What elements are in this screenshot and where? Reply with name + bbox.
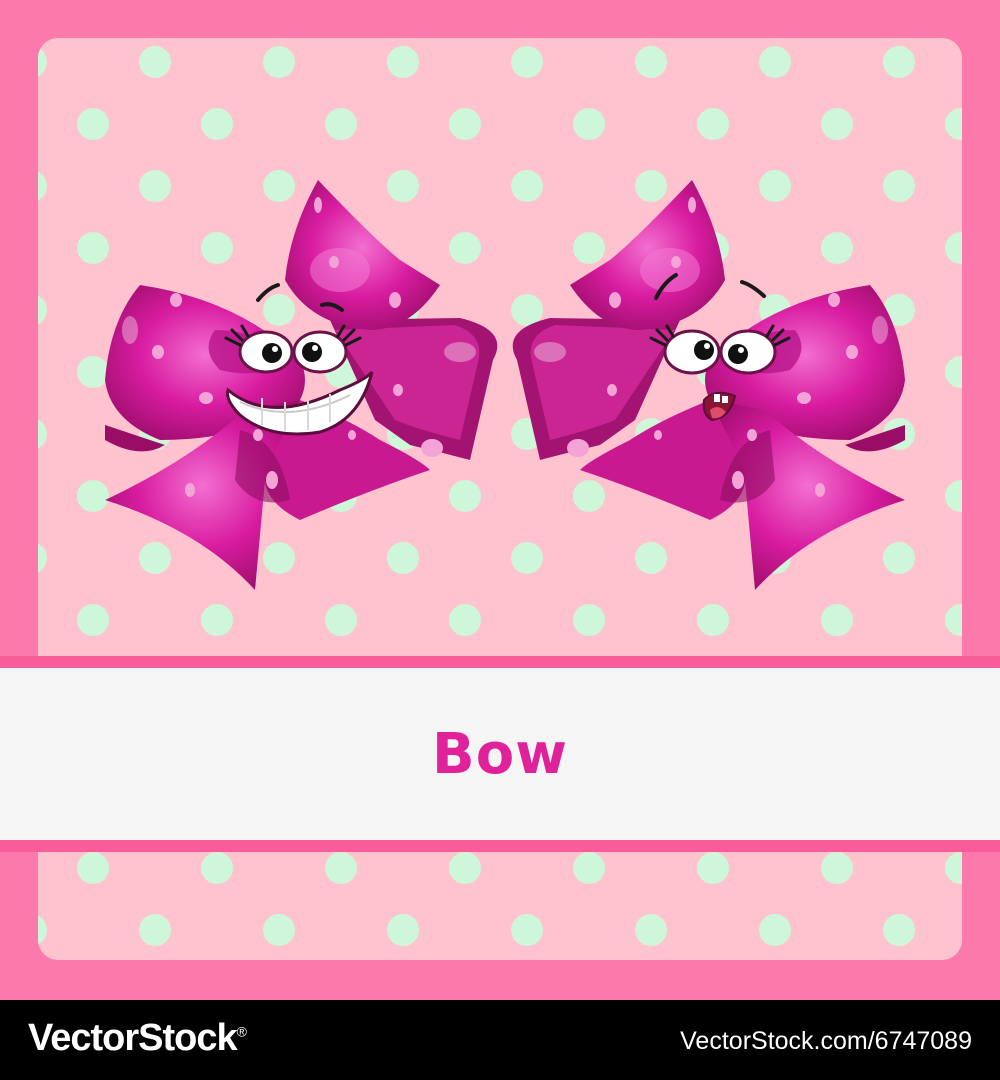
stock-image-id: VectorStock.com/6747089 (680, 1027, 972, 1055)
banner-body: Bow (0, 668, 1000, 840)
title-banner: Bow (0, 656, 1000, 852)
registered-mark: ® (236, 1023, 247, 1040)
vectorstock-logo: VectorStock® (28, 1017, 247, 1060)
banner-top-stripe (0, 656, 1000, 668)
watermark-footer: VectorStock® VectorStock.com/6747089 (0, 1000, 1000, 1080)
brand-name: VectorStock (28, 1017, 238, 1059)
banner-bottom-stripe (0, 840, 1000, 852)
card-title: Bow (432, 721, 568, 787)
stock-image-card: Bow VectorStock® VectorStock.com/6747089 (0, 0, 1000, 1080)
